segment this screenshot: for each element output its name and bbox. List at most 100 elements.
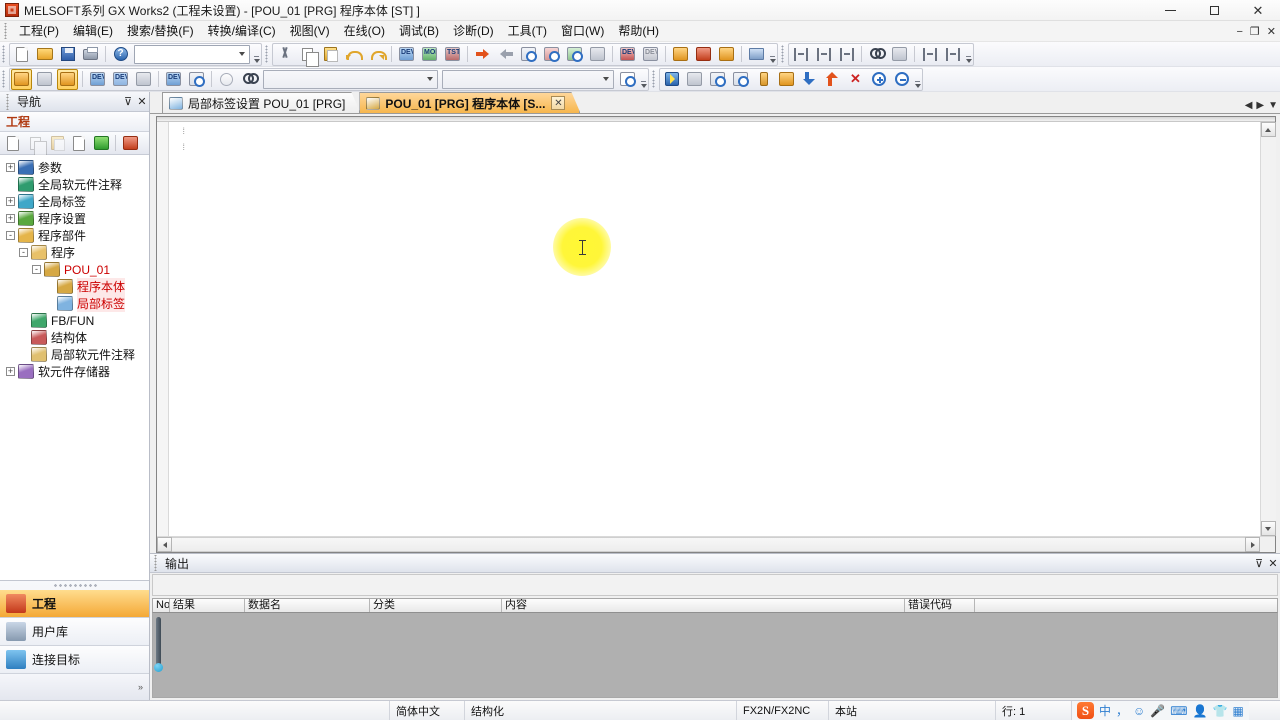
tree-item-1[interactable]: 全局软元件注释 xyxy=(0,176,149,193)
device-display-icon[interactable]: DEV xyxy=(396,44,417,65)
scroll-track-horizontal[interactable] xyxy=(172,537,1245,552)
collapse-icon[interactable]: - xyxy=(6,231,15,240)
menu-convert-compile[interactable]: 转换/编译(C) xyxy=(201,21,283,41)
compile-icon[interactable] xyxy=(661,69,682,90)
device-watch-icon[interactable]: DEV xyxy=(163,69,184,90)
structure-view-icon[interactable] xyxy=(34,69,55,90)
paste-icon[interactable] xyxy=(320,44,341,65)
menu-search-replace[interactable]: 搜索/替换(F) xyxy=(120,21,201,41)
redo-icon[interactable] xyxy=(366,44,387,65)
monitor-start-icon[interactable] xyxy=(518,44,539,65)
menu-tools[interactable]: 工具(T) xyxy=(501,21,554,41)
ime-skin[interactable]: 👕 xyxy=(1213,705,1228,717)
close-icon[interactable]: ✕ xyxy=(1266,555,1280,571)
tab-local-label-setting[interactable]: 局部标签设置 POU_01 [PRG] xyxy=(162,92,360,113)
output-column-header-2[interactable]: 数据名 xyxy=(245,599,370,612)
scroll-up-button[interactable] xyxy=(1260,122,1276,137)
toolbar-device-combo[interactable] xyxy=(263,69,438,89)
data-property-icon[interactable] xyxy=(69,133,89,153)
tab-pou01-program-body[interactable]: POU_01 [PRG] 程序本体 [S... ✕ xyxy=(359,92,580,113)
bulb-icon[interactable] xyxy=(216,69,237,90)
navigation-grip[interactable] xyxy=(5,93,12,110)
tree-item-7[interactable]: 程序本体 xyxy=(0,278,149,295)
output-scroll-indicator[interactable] xyxy=(154,617,163,681)
tree-item-0[interactable]: + 参数 xyxy=(0,159,149,176)
monitor-write-icon[interactable] xyxy=(564,44,585,65)
mdi-close-button[interactable]: ✕ xyxy=(1267,25,1276,38)
pin-icon[interactable]: ⊽ xyxy=(1252,555,1266,571)
chevron-down-icon[interactable] xyxy=(599,71,613,88)
output-grip[interactable] xyxy=(153,555,160,571)
ladder-coil-icon[interactable] xyxy=(813,44,834,65)
save-project-icon[interactable] xyxy=(57,44,78,65)
editor-code-area[interactable]: ⁞ ⁞ xyxy=(169,122,1260,536)
monitor-gray-icon[interactable] xyxy=(587,44,608,65)
sogou-ime-logo[interactable]: S xyxy=(1077,702,1094,719)
nav-switch-connection[interactable]: 连接目标 xyxy=(0,646,149,674)
toolbar-overflow-standard[interactable] xyxy=(252,44,261,64)
ime-voice[interactable]: 🎤 xyxy=(1150,705,1165,717)
toolbar-handle-ladder[interactable] xyxy=(781,45,786,63)
menu-help[interactable]: 帮助(H) xyxy=(611,21,666,41)
nav-switch-project[interactable]: 工程 xyxy=(0,590,149,618)
sort-icon[interactable] xyxy=(120,133,140,153)
ladder-branch-icon[interactable] xyxy=(836,44,857,65)
check-param-icon[interactable] xyxy=(730,69,751,90)
refresh-icon[interactable] xyxy=(91,133,111,153)
monitor-stop-icon[interactable] xyxy=(541,44,562,65)
collapse-icon[interactable]: - xyxy=(19,248,28,257)
chevron-down-icon[interactable] xyxy=(235,46,249,63)
tree-item-9[interactable]: FB/FUN xyxy=(0,312,149,329)
ladder-line-icon[interactable] xyxy=(919,44,940,65)
pin-icon[interactable]: ⊽ xyxy=(121,94,135,110)
toolbar-label-combo[interactable] xyxy=(442,69,614,89)
menu-edit[interactable]: 编辑(E) xyxy=(66,21,120,41)
memory-stat-icon[interactable] xyxy=(776,69,797,90)
comment-write-icon[interactable] xyxy=(693,44,714,65)
output-filter-bar[interactable] xyxy=(152,574,1278,596)
tree-item-4[interactable]: - 程序部件 xyxy=(0,227,149,244)
check-program-icon[interactable] xyxy=(707,69,728,90)
undo-icon[interactable] xyxy=(343,44,364,65)
output-rows[interactable] xyxy=(152,613,1278,698)
ime-punctuation[interactable]: ， xyxy=(1116,705,1128,717)
cut-icon[interactable] xyxy=(274,44,295,65)
menu-grip[interactable] xyxy=(3,23,10,39)
print-icon[interactable] xyxy=(80,44,101,65)
zoom-in-icon[interactable] xyxy=(868,69,889,90)
memory-icon[interactable] xyxy=(753,69,774,90)
menu-diagnostics[interactable]: 诊断(D) xyxy=(446,21,501,41)
comment-icon[interactable] xyxy=(670,44,691,65)
toolbar-overflow-compile[interactable] xyxy=(913,69,922,89)
tree-item-6[interactable]: - POU_01 xyxy=(0,261,149,278)
device-gray-icon[interactable] xyxy=(133,69,154,90)
write-to-plc-icon[interactable] xyxy=(472,44,493,65)
menu-debug[interactable]: 调试(B) xyxy=(392,21,446,41)
scroll-track-vertical[interactable] xyxy=(1260,137,1276,521)
new-project-icon[interactable] xyxy=(11,44,32,65)
window-minimize-button[interactable] xyxy=(1148,0,1192,21)
dev-batch-gray-icon[interactable]: DEV xyxy=(640,44,661,65)
nav-switch-user-library[interactable]: 用户库 xyxy=(0,618,149,646)
ladder-jump-icon[interactable] xyxy=(889,44,910,65)
tree-item-2[interactable]: + 全局标签 xyxy=(0,193,149,210)
scroll-left-button[interactable] xyxy=(157,537,172,552)
download-icon[interactable] xyxy=(799,69,820,90)
expand-icon[interactable]: + xyxy=(6,163,15,172)
scroll-down-button[interactable] xyxy=(1260,521,1276,536)
ime-toolbox[interactable]: ▦ xyxy=(1232,705,1243,717)
window-maximize-button[interactable] xyxy=(1192,0,1236,21)
search-device-icon[interactable] xyxy=(186,69,207,90)
tab-prev-button[interactable]: ◀ xyxy=(1245,100,1253,111)
window-view-icon[interactable] xyxy=(57,68,78,90)
build-icon[interactable] xyxy=(684,69,705,90)
toolbar-handle-view[interactable] xyxy=(2,70,7,88)
toolbar-handle-compile[interactable] xyxy=(652,70,657,88)
project-view-icon[interactable] xyxy=(11,68,32,90)
tree-item-5[interactable]: - 程序 xyxy=(0,244,149,261)
upload-icon[interactable] xyxy=(822,69,843,90)
copy-icon[interactable] xyxy=(297,44,319,67)
new-data-icon[interactable] xyxy=(3,133,23,153)
toolbar-handle-standard[interactable] xyxy=(2,45,7,63)
comment-read-icon[interactable] xyxy=(716,44,737,65)
